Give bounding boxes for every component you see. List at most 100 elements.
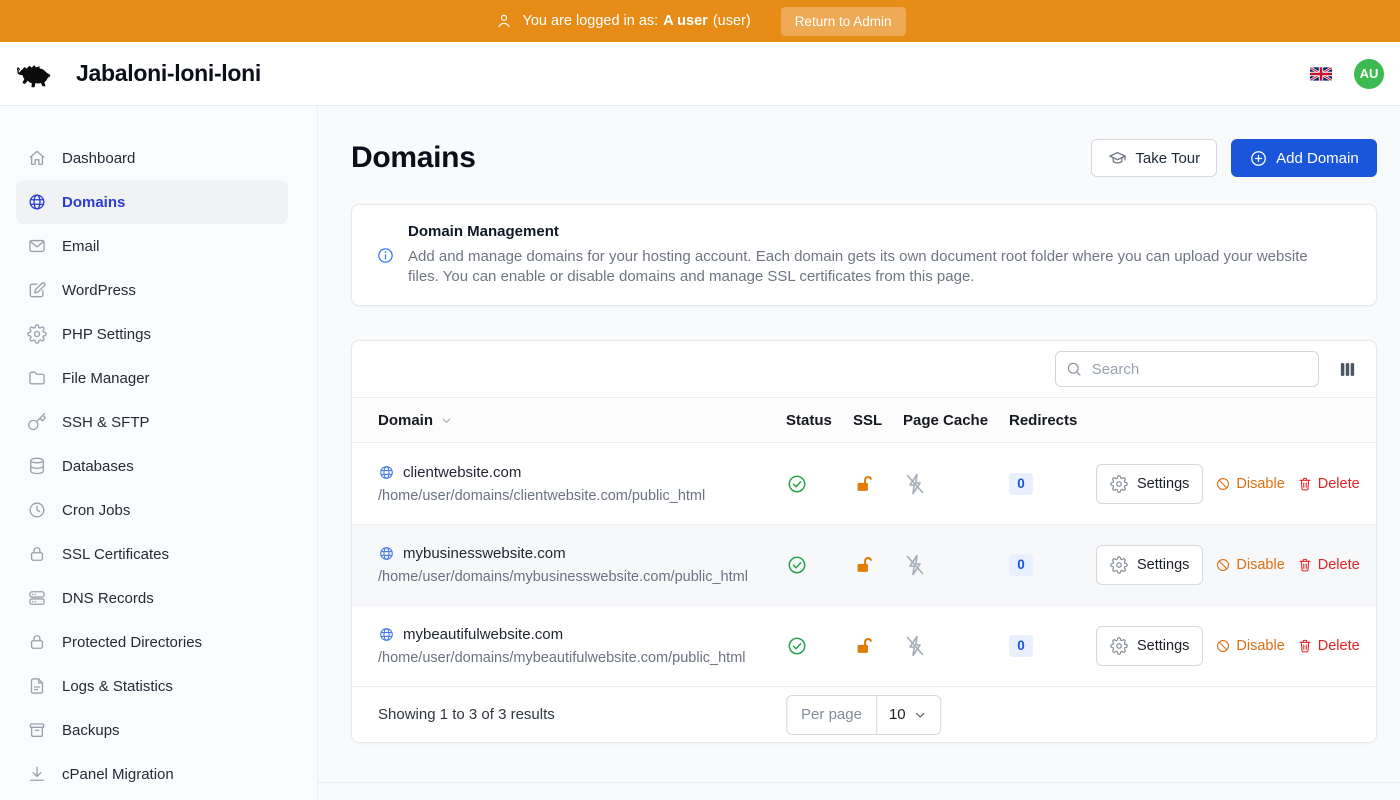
uk-flag-icon[interactable]: [1310, 67, 1332, 81]
person-icon: [495, 12, 513, 30]
globe-icon: [378, 464, 395, 481]
sidebar-item-label: Cron Jobs: [62, 502, 130, 519]
return-to-admin-button[interactable]: Return to Admin: [781, 7, 906, 36]
impersonation-banner: You are logged in as: A user (user) Retu…: [0, 0, 1400, 42]
results-summary: Showing 1 to 3 of 3 results: [378, 706, 555, 723]
sidebar-item-backups[interactable]: Backups: [16, 708, 288, 752]
ssl-unlocked-icon: [853, 635, 903, 657]
sidebar-item-php-settings[interactable]: PHP Settings: [16, 312, 288, 356]
sidebar-item-label: SSH & SFTP: [62, 414, 150, 431]
settings-button[interactable]: Settings: [1096, 626, 1203, 666]
ban-icon: [1215, 638, 1231, 654]
domains-table-card: Domain Status SSL Page Cache Redirects c…: [351, 340, 1377, 743]
main-content: Domains Take Tour Add Domain Domain Mana…: [318, 106, 1400, 800]
home-icon: [27, 148, 47, 168]
search-input[interactable]: [1055, 351, 1319, 387]
server-icon: [27, 588, 47, 608]
search-icon: [1065, 360, 1083, 378]
envelope-icon: [27, 236, 47, 256]
delete-button[interactable]: Delete: [1297, 557, 1360, 573]
trash-icon: [1297, 638, 1313, 654]
sidebar-item-ssl-certificates[interactable]: SSL Certificates: [16, 532, 288, 576]
sidebar-item-databases[interactable]: Databases: [16, 444, 288, 488]
sidebar-item-label: DNS Records: [62, 590, 154, 607]
take-tour-button[interactable]: Take Tour: [1091, 139, 1217, 177]
page-cache-off-icon: [903, 553, 1009, 577]
sidebar-item-file-manager[interactable]: File Manager: [16, 356, 288, 400]
download-icon: [27, 764, 47, 784]
sidebar-item-cron-jobs[interactable]: Cron Jobs: [16, 488, 288, 532]
column-header-domain[interactable]: Domain: [378, 412, 786, 429]
column-header-redirects: Redirects: [1009, 412, 1096, 429]
globe-icon: [378, 545, 395, 562]
delete-button[interactable]: Delete: [1297, 638, 1360, 654]
disable-button[interactable]: Disable: [1215, 557, 1284, 573]
app-header: Jabaloni-loni-loni AU: [0, 42, 1400, 106]
status-enabled-icon: [786, 635, 853, 657]
domain-name: clientwebsite.com: [403, 464, 521, 481]
sidebar: Dashboard Domains Email WordPress PHP Se…: [0, 106, 318, 800]
domain-path: /home/user/domains/mybusinesswebsite.com…: [378, 569, 786, 585]
sidebar-item-label: Protected Directories: [62, 634, 202, 651]
delete-button[interactable]: Delete: [1297, 476, 1360, 492]
trash-icon: [1297, 557, 1313, 573]
page-cache-off-icon: [903, 634, 1009, 658]
sidebar-item-label: File Manager: [62, 370, 150, 387]
info-card-title: Domain Management: [408, 223, 1313, 240]
sidebar-item-dashboard[interactable]: Dashboard: [16, 136, 288, 180]
status-enabled-icon: [786, 554, 853, 576]
sidebar-item-label: WordPress: [62, 282, 136, 299]
column-header-page-cache: Page Cache: [903, 412, 1009, 429]
page-cache-off-icon: [903, 472, 1009, 496]
graduation-cap-icon: [1108, 149, 1127, 168]
redirects-count-badge: 0: [1009, 635, 1033, 657]
database-icon: [27, 456, 47, 476]
key-icon: [27, 412, 47, 432]
settings-button[interactable]: Settings: [1096, 464, 1203, 504]
column-header-ssl: SSL: [853, 412, 903, 429]
domain-name: mybusinesswebsite.com: [403, 545, 566, 562]
disable-button[interactable]: Disable: [1215, 638, 1284, 654]
sidebar-item-label: Email: [62, 238, 100, 255]
sidebar-item-wordpress[interactable]: WordPress: [16, 268, 288, 312]
gear-icon: [1110, 637, 1128, 655]
settings-button[interactable]: Settings: [1096, 545, 1203, 585]
sidebar-item-label: PHP Settings: [62, 326, 151, 343]
sidebar-item-label: Backups: [62, 722, 120, 739]
sidebar-item-label: Databases: [62, 458, 134, 475]
gear-icon: [27, 324, 47, 344]
table-row: clientwebsite.com /home/user/domains/cli…: [352, 443, 1376, 524]
globe-icon: [378, 626, 395, 643]
sidebar-item-dns-records[interactable]: DNS Records: [16, 576, 288, 620]
domain-name: mybeautifulwebsite.com: [403, 626, 563, 643]
disable-button[interactable]: Disable: [1215, 476, 1284, 492]
trash-icon: [1297, 476, 1313, 492]
lock-icon: [27, 544, 47, 564]
columns-icon: [1338, 360, 1357, 379]
sidebar-item-protected-directories[interactable]: Protected Directories: [16, 620, 288, 664]
sidebar-item-email[interactable]: Email: [16, 224, 288, 268]
per-page-value: 10: [889, 706, 906, 723]
add-domain-button[interactable]: Add Domain: [1231, 139, 1377, 177]
sidebar-item-domains[interactable]: Domains: [16, 180, 288, 224]
status-enabled-icon: [786, 473, 853, 495]
sidebar-item-logs-statistics[interactable]: Logs & Statistics: [16, 664, 288, 708]
ban-icon: [1215, 476, 1231, 492]
redirects-count-badge: 0: [1009, 554, 1033, 576]
columns-toggle-button[interactable]: [1336, 358, 1359, 381]
sidebar-item-label: Dashboard: [62, 150, 135, 167]
avatar[interactable]: AU: [1354, 59, 1384, 89]
domain-management-info-card: Domain Management Add and manage domains…: [351, 204, 1377, 306]
sidebar-item-cpanel-migration[interactable]: cPanel Migration: [16, 752, 288, 796]
sidebar-item-ssh-sftp[interactable]: SSH & SFTP: [16, 400, 288, 444]
domain-path: /home/user/domains/mybeautifulwebsite.co…: [378, 650, 786, 666]
impersonation-message: You are logged in as: A user (user): [523, 13, 751, 29]
per-page-select[interactable]: Per page 10: [786, 695, 942, 735]
ssl-unlocked-icon: [853, 473, 903, 495]
sidebar-item-label: SSL Certificates: [62, 546, 169, 563]
info-card-description: Add and manage domains for your hosting …: [408, 247, 1313, 287]
pencil-square-icon: [27, 280, 47, 300]
impersonation-prefix: You are logged in as:: [523, 13, 659, 29]
ssl-unlocked-icon: [853, 554, 903, 576]
brand-title: Jabaloni-loni-loni: [76, 60, 261, 87]
